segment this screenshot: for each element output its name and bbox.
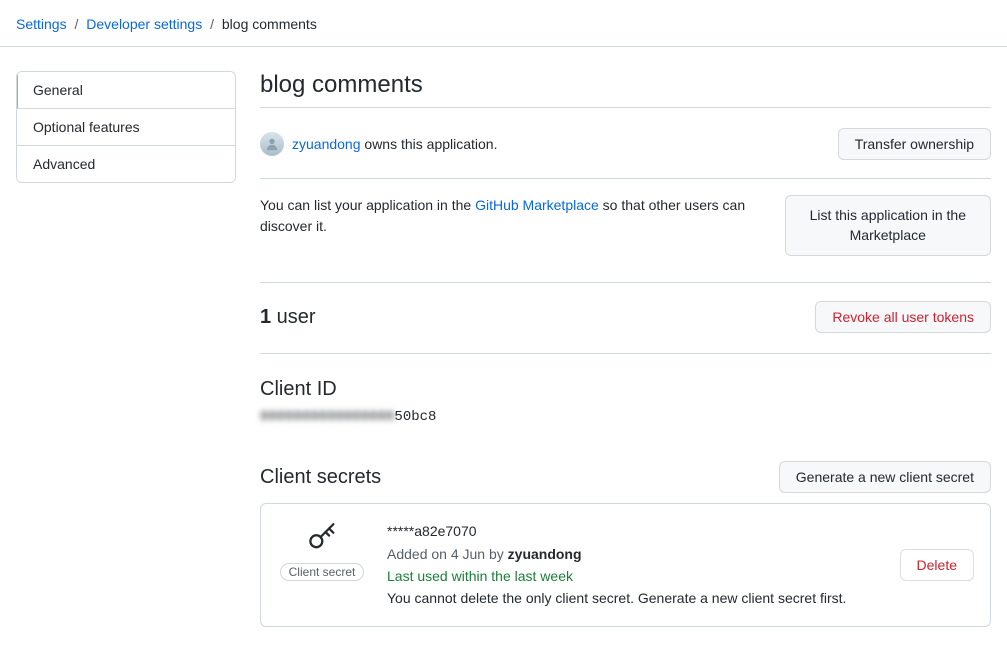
breadcrumb: Settings / Developer settings / blog com… <box>0 0 1007 47</box>
marketplace-prefix: You can list your application in the <box>260 197 475 213</box>
list-in-marketplace-button[interactable]: List this application in the Marketplace <box>785 195 991 256</box>
owner-text: zyuandong owns this application. <box>292 136 497 152</box>
users-count-label: user <box>271 306 315 328</box>
client-secret-card: Client secret *****a82e7070 Added on 4 J… <box>260 503 991 627</box>
users-count: 1 user <box>260 306 316 329</box>
client-secret-added-prefix: Added on 4 Jun by <box>387 546 508 562</box>
revoke-tokens-button[interactable]: Revoke all user tokens <box>815 301 991 333</box>
breadcrumb-current: blog comments <box>222 16 317 32</box>
breadcrumb-separator: / <box>74 16 78 32</box>
users-count-number: 1 <box>260 306 271 328</box>
sidebar-item-advanced[interactable]: Advanced <box>17 146 235 182</box>
client-secret-masked: *****a82e7070 <box>387 520 880 542</box>
client-id-heading: Client ID <box>260 378 991 401</box>
marketplace-btn-line2: Marketplace <box>850 227 926 243</box>
owner-link[interactable]: zyuandong <box>292 136 361 152</box>
client-secrets-heading: Client secrets <box>260 466 381 489</box>
users-row: 1 user Revoke all user tokens <box>260 283 991 354</box>
user-avatar-icon <box>265 137 279 151</box>
owner-suffix: owns this application. <box>361 136 498 152</box>
marketplace-btn-line1: List this application in the <box>810 207 966 223</box>
client-secret-added-user: zyuandong <box>508 546 582 562</box>
breadcrumb-developer-link[interactable]: Developer settings <box>86 16 202 32</box>
delete-secret-button[interactable]: Delete <box>900 549 974 581</box>
avatar <box>260 132 284 156</box>
page-title: blog comments <box>260 71 991 108</box>
generate-client-secret-button[interactable]: Generate a new client secret <box>779 461 991 493</box>
breadcrumb-settings-link[interactable]: Settings <box>16 16 67 32</box>
client-secret-added: Added on 4 Jun by zyuandong <box>387 543 880 565</box>
client-secrets-header: Client secrets Generate a new client sec… <box>260 461 991 493</box>
client-secret-last-used: Last used within the last week <box>387 565 880 587</box>
marketplace-row: You can list your application in the Git… <box>260 179 991 283</box>
client-id-value: 000000000000000050bc8 <box>260 409 991 425</box>
sidebar: General Optional features Advanced <box>16 71 236 627</box>
owner-row: zyuandong owns this application. Transfe… <box>260 116 991 179</box>
client-id-redacted: 0000000000000000 <box>260 409 394 425</box>
client-secret-note: You cannot delete the only client secret… <box>387 587 880 609</box>
key-icon <box>305 520 339 557</box>
client-secret-badge: Client secret <box>280 563 365 581</box>
marketplace-link[interactable]: GitHub Marketplace <box>475 197 599 213</box>
client-id-visible: 50bc8 <box>394 409 436 425</box>
marketplace-text: You can list your application in the Git… <box>260 195 769 237</box>
breadcrumb-separator: / <box>210 16 214 32</box>
sidebar-item-general[interactable]: General <box>17 72 235 109</box>
sidebar-item-optional-features[interactable]: Optional features <box>17 109 235 146</box>
transfer-ownership-button[interactable]: Transfer ownership <box>838 128 991 160</box>
